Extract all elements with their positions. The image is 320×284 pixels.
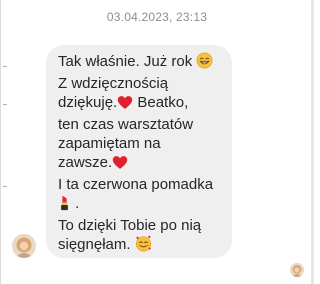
message-timestamp: 03.04.2023, 23:13 (106, 10, 208, 24)
lipstick-icon (58, 194, 71, 216)
left-panel-divider (0, 0, 1, 284)
smiling-face-with-hearts-icon (135, 235, 152, 257)
message-line: zawsze. (58, 153, 222, 175)
left-panel-marker (3, 186, 7, 187)
sender-avatar[interactable] (12, 234, 36, 258)
message-line: sięgnęłam. (58, 235, 222, 257)
message-text: zapamiętam na (58, 135, 161, 152)
message-line: To dzięki Tobie po nią (58, 216, 222, 235)
message-text: Z wdzięcznością (58, 75, 169, 92)
message-line: . (58, 194, 222, 216)
scrollbar-track[interactable] (311, 0, 314, 284)
message-line: dziękuję. Beatko, (58, 93, 222, 115)
read-receipt-avatar (290, 263, 304, 277)
grinning-face-icon (196, 52, 213, 74)
chat-screen: 03.04.2023, 23:13 Tak właśnie. Już rok Z… (0, 0, 314, 284)
message-line: Z wdzięcznością (58, 74, 222, 93)
left-panel-marker (3, 104, 7, 105)
message-text: I ta czerwona pomadka (58, 176, 214, 193)
message-text: Tak właśnie. Już rok (58, 53, 193, 70)
message-text: . (71, 195, 80, 212)
message-line: I ta czerwona pomadka (58, 175, 222, 194)
message-text: dziękuję. (58, 94, 118, 111)
message-text: Beatko, (133, 94, 189, 111)
red-heart-icon (117, 95, 133, 115)
message-line: zapamiętam na (58, 134, 222, 153)
message-text: sięgnęłam. (58, 236, 135, 253)
message-text: ten czas warsztatów (58, 116, 194, 133)
message-text: To dzięki Tobie po nią (58, 217, 202, 234)
message-line: ten czas warsztatów (58, 115, 222, 134)
message-text: zawsze. (58, 154, 113, 171)
message-bubble[interactable]: Tak właśnie. Już rok Z wdzięcznością dzi… (46, 45, 232, 258)
left-panel-marker (3, 66, 7, 67)
red-heart-icon (112, 155, 128, 175)
message-line: Tak właśnie. Już rok (58, 52, 222, 74)
